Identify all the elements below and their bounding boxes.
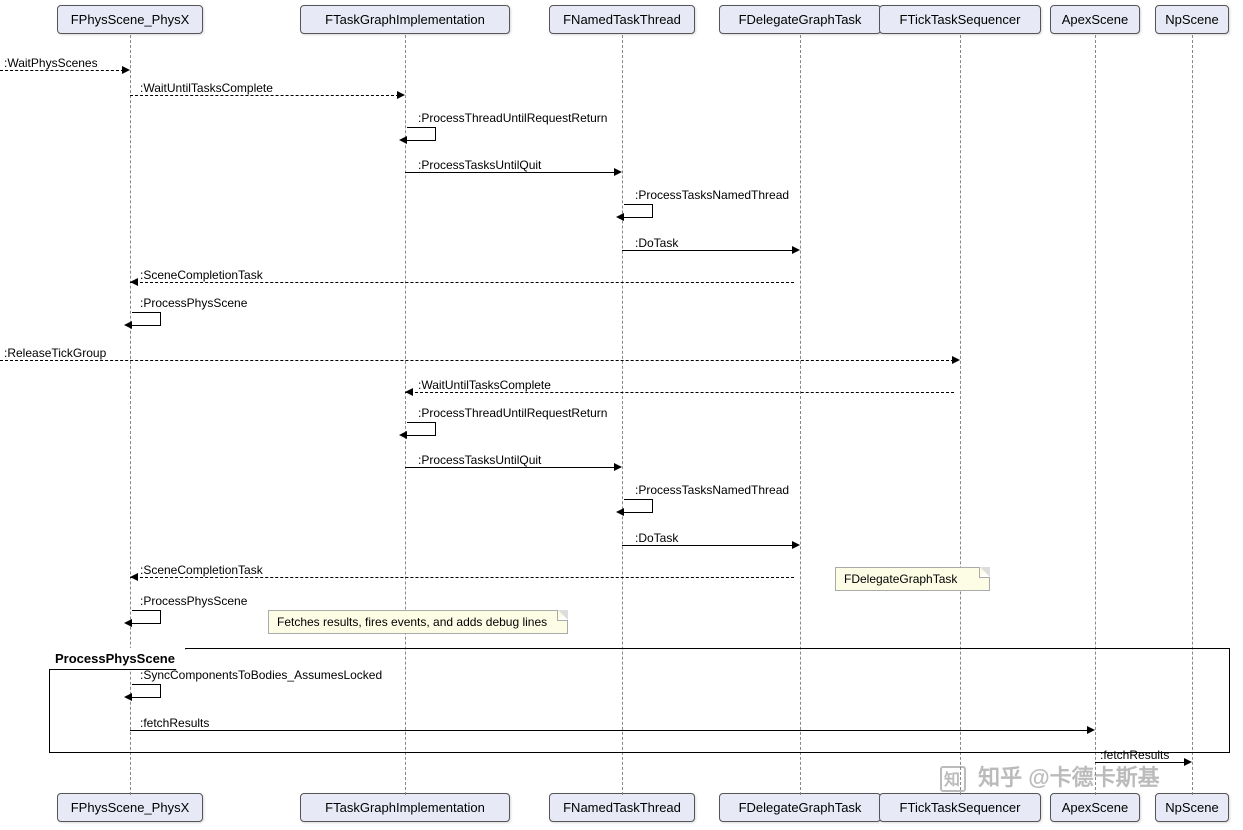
frame-label: ProcessPhysScene bbox=[49, 648, 186, 670]
msg-label-15: :ProcessPhysScene bbox=[140, 594, 247, 608]
arrow-line-1 bbox=[130, 95, 399, 96]
msg-label-17: :fetchResults bbox=[140, 716, 209, 730]
msg-label-10: :ProcessThreadUntilRequestReturn bbox=[418, 406, 607, 420]
participant-p7-bottom: NpScene bbox=[1155, 793, 1229, 822]
self-arrow-10 bbox=[407, 422, 436, 436]
zhihu-logo-icon bbox=[940, 766, 966, 792]
participant-p1-top: FPhysScene_PhysX bbox=[57, 5, 203, 34]
arrow-line-17 bbox=[130, 730, 1089, 731]
msg-label-3: :ProcessTasksUntilQuit bbox=[418, 158, 541, 172]
note-1: Fetches results, fires events, and adds … bbox=[268, 610, 568, 634]
self-arrow-7 bbox=[132, 312, 161, 326]
arrow-head-17 bbox=[1087, 726, 1095, 734]
arrow-line-9 bbox=[405, 392, 954, 393]
arrow-head-5 bbox=[792, 246, 800, 254]
msg-label-7: :ProcessPhysScene bbox=[140, 296, 247, 310]
participant-p5-bottom: FTickTaskSequencer bbox=[879, 793, 1041, 822]
arrow-head-6 bbox=[130, 278, 138, 286]
msg-label-14: :SceneCompletionTask bbox=[140, 563, 263, 577]
arrow-line-0 bbox=[0, 70, 124, 71]
note-0: FDelegateGraphTask bbox=[835, 567, 990, 591]
arrow-head-11 bbox=[614, 463, 622, 471]
msg-label-8: :ReleaseTickGroup bbox=[4, 346, 106, 360]
participant-p5-top: FTickTaskSequencer bbox=[879, 5, 1041, 34]
self-arrow-12 bbox=[624, 499, 653, 513]
arrow-head-18 bbox=[1184, 758, 1192, 766]
msg-label-1: :WaitUntilTasksComplete bbox=[140, 81, 273, 95]
msg-label-13: :DoTask bbox=[635, 531, 678, 545]
msg-label-2: :ProcessThreadUntilRequestReturn bbox=[418, 111, 607, 125]
arrow-head-0 bbox=[122, 66, 130, 74]
participant-p4-bottom: FDelegateGraphTask bbox=[719, 793, 881, 822]
arrow-head-3 bbox=[614, 168, 622, 176]
self-arrow-2 bbox=[407, 127, 436, 141]
arrow-head-13 bbox=[792, 541, 800, 549]
participant-p6-bottom: ApexScene bbox=[1050, 793, 1140, 822]
arrow-line-6 bbox=[130, 282, 794, 283]
participant-p2-top: FTaskGraphImplementation bbox=[300, 5, 510, 34]
participant-p3-bottom: FNamedTaskThread bbox=[549, 793, 695, 822]
arrow-line-5 bbox=[622, 250, 794, 251]
msg-label-5: :DoTask bbox=[635, 236, 678, 250]
msg-label-4: :ProcessTasksNamedThread bbox=[635, 188, 789, 202]
msg-label-12: :ProcessTasksNamedThread bbox=[635, 483, 789, 497]
arrow-head-14 bbox=[130, 573, 138, 581]
msg-label-9: :WaitUntilTasksComplete bbox=[418, 378, 551, 392]
participant-p7-top: NpScene bbox=[1155, 5, 1229, 34]
arrow-line-18 bbox=[1095, 762, 1186, 763]
arrow-line-8 bbox=[0, 360, 954, 361]
msg-label-11: :ProcessTasksUntilQuit bbox=[418, 453, 541, 467]
arrow-line-3 bbox=[405, 172, 616, 173]
frame-processphysscene: ProcessPhysScene bbox=[49, 648, 1230, 753]
arrow-head-9 bbox=[405, 388, 413, 396]
arrow-line-11 bbox=[405, 467, 616, 468]
arrow-line-13 bbox=[622, 545, 794, 546]
msg-label-0: :WaitPhysScenes bbox=[4, 56, 98, 70]
participant-p2-bottom: FTaskGraphImplementation bbox=[300, 793, 510, 822]
self-arrow-15 bbox=[132, 610, 161, 624]
msg-label-18: :fetchResults bbox=[1100, 748, 1169, 762]
self-arrow-16 bbox=[132, 684, 161, 698]
participant-p3-top: FNamedTaskThread bbox=[549, 5, 695, 34]
arrow-line-14 bbox=[130, 577, 794, 578]
participant-p4-top: FDelegateGraphTask bbox=[719, 5, 881, 34]
arrow-head-8 bbox=[952, 356, 960, 364]
participant-p6-top: ApexScene bbox=[1050, 5, 1140, 34]
self-arrow-4 bbox=[624, 204, 653, 218]
arrow-head-1 bbox=[397, 91, 405, 99]
msg-label-6: :SceneCompletionTask bbox=[140, 268, 263, 282]
participant-p1-bottom: FPhysScene_PhysX bbox=[57, 793, 203, 822]
watermark: 知乎 @卡德卡斯基 bbox=[940, 760, 1160, 792]
msg-label-16: :SyncComponentsToBodies_AssumesLocked bbox=[140, 668, 382, 682]
